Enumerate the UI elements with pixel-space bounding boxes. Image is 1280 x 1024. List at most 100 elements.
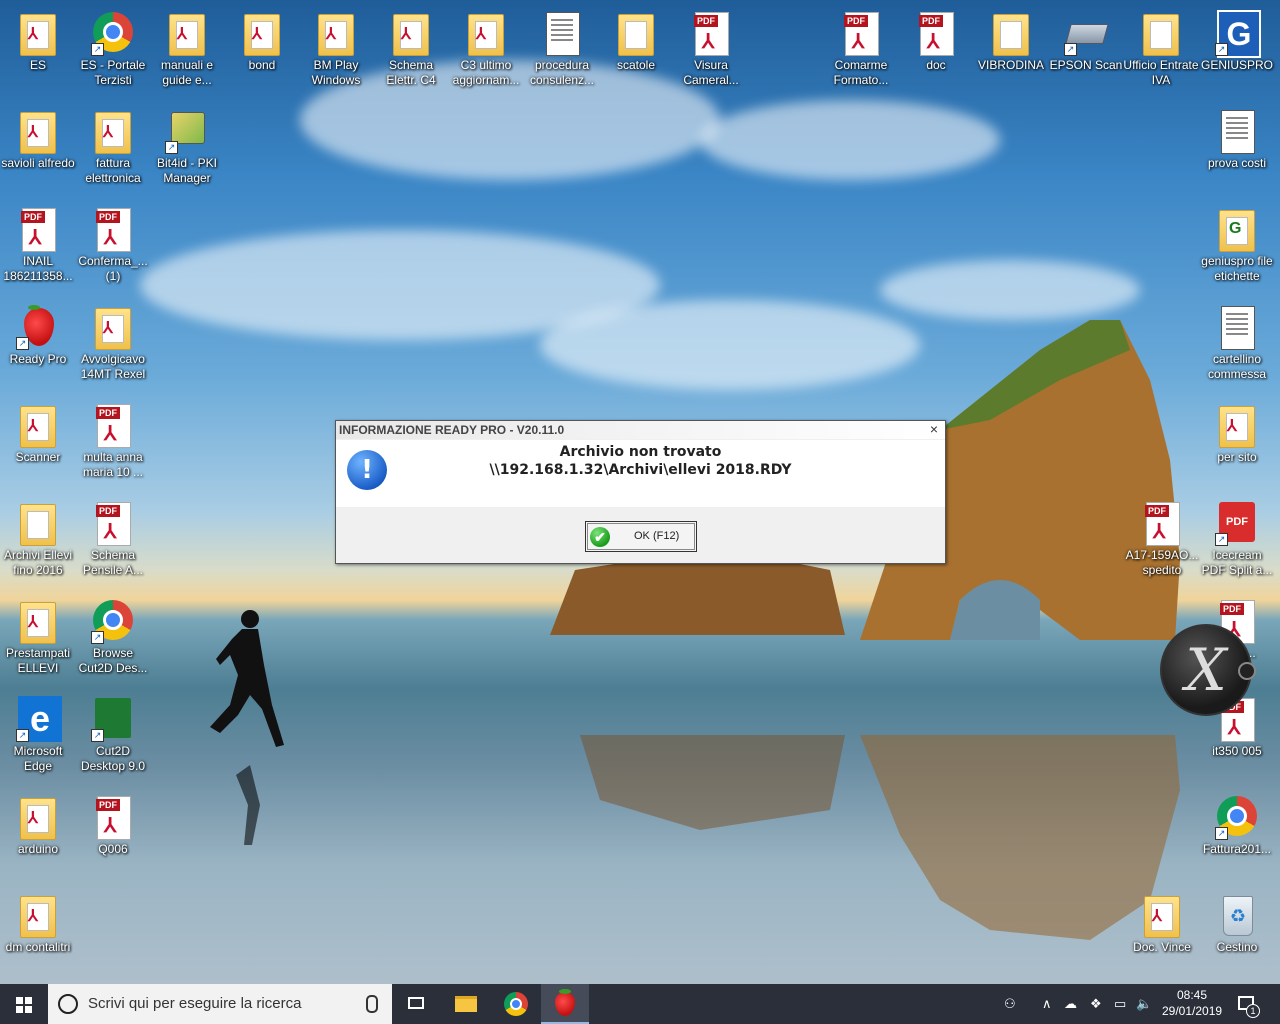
people-icon[interactable]: ⚇: [1004, 996, 1016, 1012]
chrome-taskbar-button[interactable]: [492, 984, 540, 1024]
desktop-icon[interactable]: procedura consulenz...: [524, 4, 600, 88]
clock-time[interactable]: 08:45: [1162, 988, 1222, 1002]
search-icon: [58, 994, 78, 1014]
chevron-up-icon[interactable]: ∧: [1042, 996, 1052, 1012]
ok-button[interactable]: ✔ OK (F12): [585, 521, 697, 552]
desktop-icon-label: savioli alfredo: [1, 156, 75, 170]
microphone-icon[interactable]: [366, 995, 378, 1013]
desktop-icon-label: EPSON Scan: [1049, 58, 1123, 72]
desktop-icon[interactable]: ⅄ Doc. Vince: [1124, 886, 1200, 955]
desktop-icon[interactable]: VIBRODINA: [973, 4, 1049, 73]
desktop-icon[interactable]: scatole: [598, 4, 674, 73]
desktop-icon[interactable]: ⅄ dm contalitri: [0, 886, 76, 955]
onedrive-cloud-icon[interactable]: ☁: [1064, 996, 1077, 1012]
desktop-icon[interactable]: ⅄ Scanner: [0, 396, 76, 465]
ready-pro-taskbar-button[interactable]: [541, 984, 589, 1024]
desktop-icon[interactable]: ⅄ Prestampati ELLEVI: [0, 592, 76, 676]
desktop-icon[interactable]: Ufficio Entrate IVA: [1123, 4, 1199, 88]
chrome-icon: ↗: [91, 10, 135, 56]
task-view-button[interactable]: [392, 984, 440, 1024]
widget-knob[interactable]: [1238, 662, 1256, 680]
pdf-folder-icon: ⅄: [16, 10, 60, 56]
strawberry-icon: [555, 989, 575, 1016]
desktop-icon[interactable]: ⅄ manuali e guide e...: [149, 4, 225, 88]
desktop-icon-label: dm contalitri: [5, 940, 71, 954]
chrome-icon: [504, 992, 528, 1016]
desktop-icon[interactable]: ⅄ Avvolgicavo 14MT Rexel: [75, 298, 151, 382]
volume-icon[interactable]: 🔈: [1136, 996, 1152, 1012]
desktop-icon[interactable]: PDF ⅄ multa anna maria 10 ...: [75, 396, 151, 480]
desktop-icon-label: Avvolgicavo 14MT Rexel: [80, 352, 146, 381]
desktop-icon[interactable]: Archivi Ellevi fino 2016: [0, 494, 76, 578]
desktop-icon[interactable]: prova costi: [1199, 102, 1275, 171]
desktop-icon[interactable]: ⅄ per sito: [1199, 396, 1275, 465]
desktop-icon[interactable]: PDF ⅄ Conferma_... (1): [75, 200, 151, 284]
desktop-icon-label: fattura elettronica: [85, 156, 141, 185]
floating-x-widget[interactable]: X: [1160, 624, 1256, 716]
desktop-icon-label: ES - Portale Terzisti: [80, 58, 146, 87]
clock-date[interactable]: 29/01/2019: [1162, 1004, 1222, 1018]
desktop-icon[interactable]: PDF ⅄ INAIL 186211358...: [0, 200, 76, 284]
desktop-icon[interactable]: ↗ Bit4id - PKI Manager: [149, 102, 225, 186]
scanner-icon: ↗: [1064, 10, 1109, 56]
desktop-icon-label: manuali e guide e...: [160, 58, 214, 87]
checkmark-icon: ✔: [590, 527, 610, 547]
desktop-icon[interactable]: ↗ Cut2D Desktop 9.0: [75, 690, 151, 774]
search-placeholder: Scrivi qui per eseguire la ricerca: [88, 995, 302, 1012]
desktop-icon[interactable]: ⅄ ES: [0, 4, 76, 73]
desktop-icon[interactable]: PDF ⅄ Q006: [75, 788, 151, 857]
network-icon[interactable]: ▭: [1114, 996, 1126, 1012]
folder-icon: [455, 996, 477, 1012]
smartcard-chip-icon: ↗: [165, 108, 209, 154]
desktop-icon-label: Cestino: [1216, 940, 1258, 954]
desktop-icon[interactable]: ⅄ C3 ultimo aggiornam...: [448, 4, 524, 88]
dropbox-icon[interactable]: ❖: [1090, 996, 1102, 1012]
file-explorer-button[interactable]: [443, 984, 491, 1024]
dialog-close-button[interactable]: ×: [927, 422, 941, 436]
desktop-icon[interactable]: ⅄ Schema Elettr. C4: [373, 4, 449, 88]
desktop-icon[interactable]: ↗ ES - Portale Terzisti: [75, 4, 151, 88]
desktop-icon[interactable]: PDF ↗ Icecream PDF Split a...: [1199, 494, 1275, 578]
desktop-icon[interactable]: Ggeniuspro file etichette: [1199, 200, 1275, 284]
desktop-icon[interactable]: cartellino commessa: [1199, 298, 1275, 382]
desktop-icon[interactable]: ♻ Cestino: [1199, 886, 1275, 955]
pdf-file-icon: PDF⅄: [91, 794, 135, 840]
desktop-icon-label: Ready Pro: [9, 352, 67, 366]
desktop-icon[interactable]: ↗ Fattura201...: [1199, 788, 1275, 857]
desktop-icon[interactable]: PDF ⅄ Visura Cameral...: [673, 4, 749, 88]
pdf-folder-icon: ⅄: [240, 10, 284, 56]
desktop-icon-label: INAIL 186211358...: [3, 254, 73, 283]
desktop-icon[interactable]: PDF ⅄ Schema Pensile A...: [75, 494, 151, 578]
desktop-icon-label: arduino: [17, 842, 59, 856]
desktop-icon-label: Bit4id - PKI Manager: [156, 156, 218, 185]
desktop-icon-label: Doc. Vince: [1133, 940, 1191, 954]
desktop-icon-label: Browse Cut2D Des...: [78, 646, 148, 675]
desktop-icon[interactable]: ⅄ bond: [224, 4, 300, 73]
desktop-icon-label: Prestampati ELLEVI: [5, 646, 71, 675]
desktop-icon[interactable]: ↗ EPSON Scan: [1048, 4, 1124, 73]
desktop-icon[interactable]: ⅄ arduino: [0, 788, 76, 857]
desktop-icon-label: prova costi: [1207, 156, 1267, 170]
desktop-icon[interactable]: G ↗ GENIUSPRO: [1199, 4, 1275, 73]
desktop-icon[interactable]: e ↗ Microsoft Edge: [0, 690, 76, 774]
start-button[interactable]: [0, 984, 48, 1024]
desktop-icon[interactable]: PDF ⅄ doc: [898, 4, 974, 73]
desktop-icon[interactable]: PDF ⅄ A17-159AO... spedito: [1124, 494, 1200, 578]
pdf-folder-icon: ⅄: [389, 10, 433, 56]
desktop-icon[interactable]: ⅄ savioli alfredo: [0, 102, 76, 171]
folder-icon: [989, 10, 1033, 56]
desktop-icon-label: Schema Elettr. C4: [386, 58, 436, 87]
taskbar-search-box[interactable]: Scrivi qui per eseguire la ricerca: [48, 984, 392, 1024]
desktop-icon-label: C3 ultimo aggiornam...: [452, 58, 520, 87]
desktop-icon[interactable]: ⅄ fattura elettronica: [75, 102, 151, 186]
desktop-icon-label: Q006: [98, 842, 128, 856]
desktop-icon[interactable]: ↗ Ready Pro: [0, 298, 76, 367]
desktop-icon[interactable]: PDF ⅄ Comarme Formato...: [823, 4, 899, 88]
desktop-icon[interactable]: ⅄ BM Play Windows: [298, 4, 374, 88]
pdf-file-icon: PDF⅄: [16, 206, 60, 252]
chrome-icon: ↗: [1215, 794, 1259, 840]
desktop-icon-label: Archivi Ellevi fino 2016: [3, 548, 72, 577]
desktop-icon-label: geniuspro file etichette: [1201, 254, 1273, 283]
icecream-pdf-icon: PDF ↗: [1215, 500, 1259, 546]
desktop-icon[interactable]: ↗ Browse Cut2D Des...: [75, 592, 151, 676]
